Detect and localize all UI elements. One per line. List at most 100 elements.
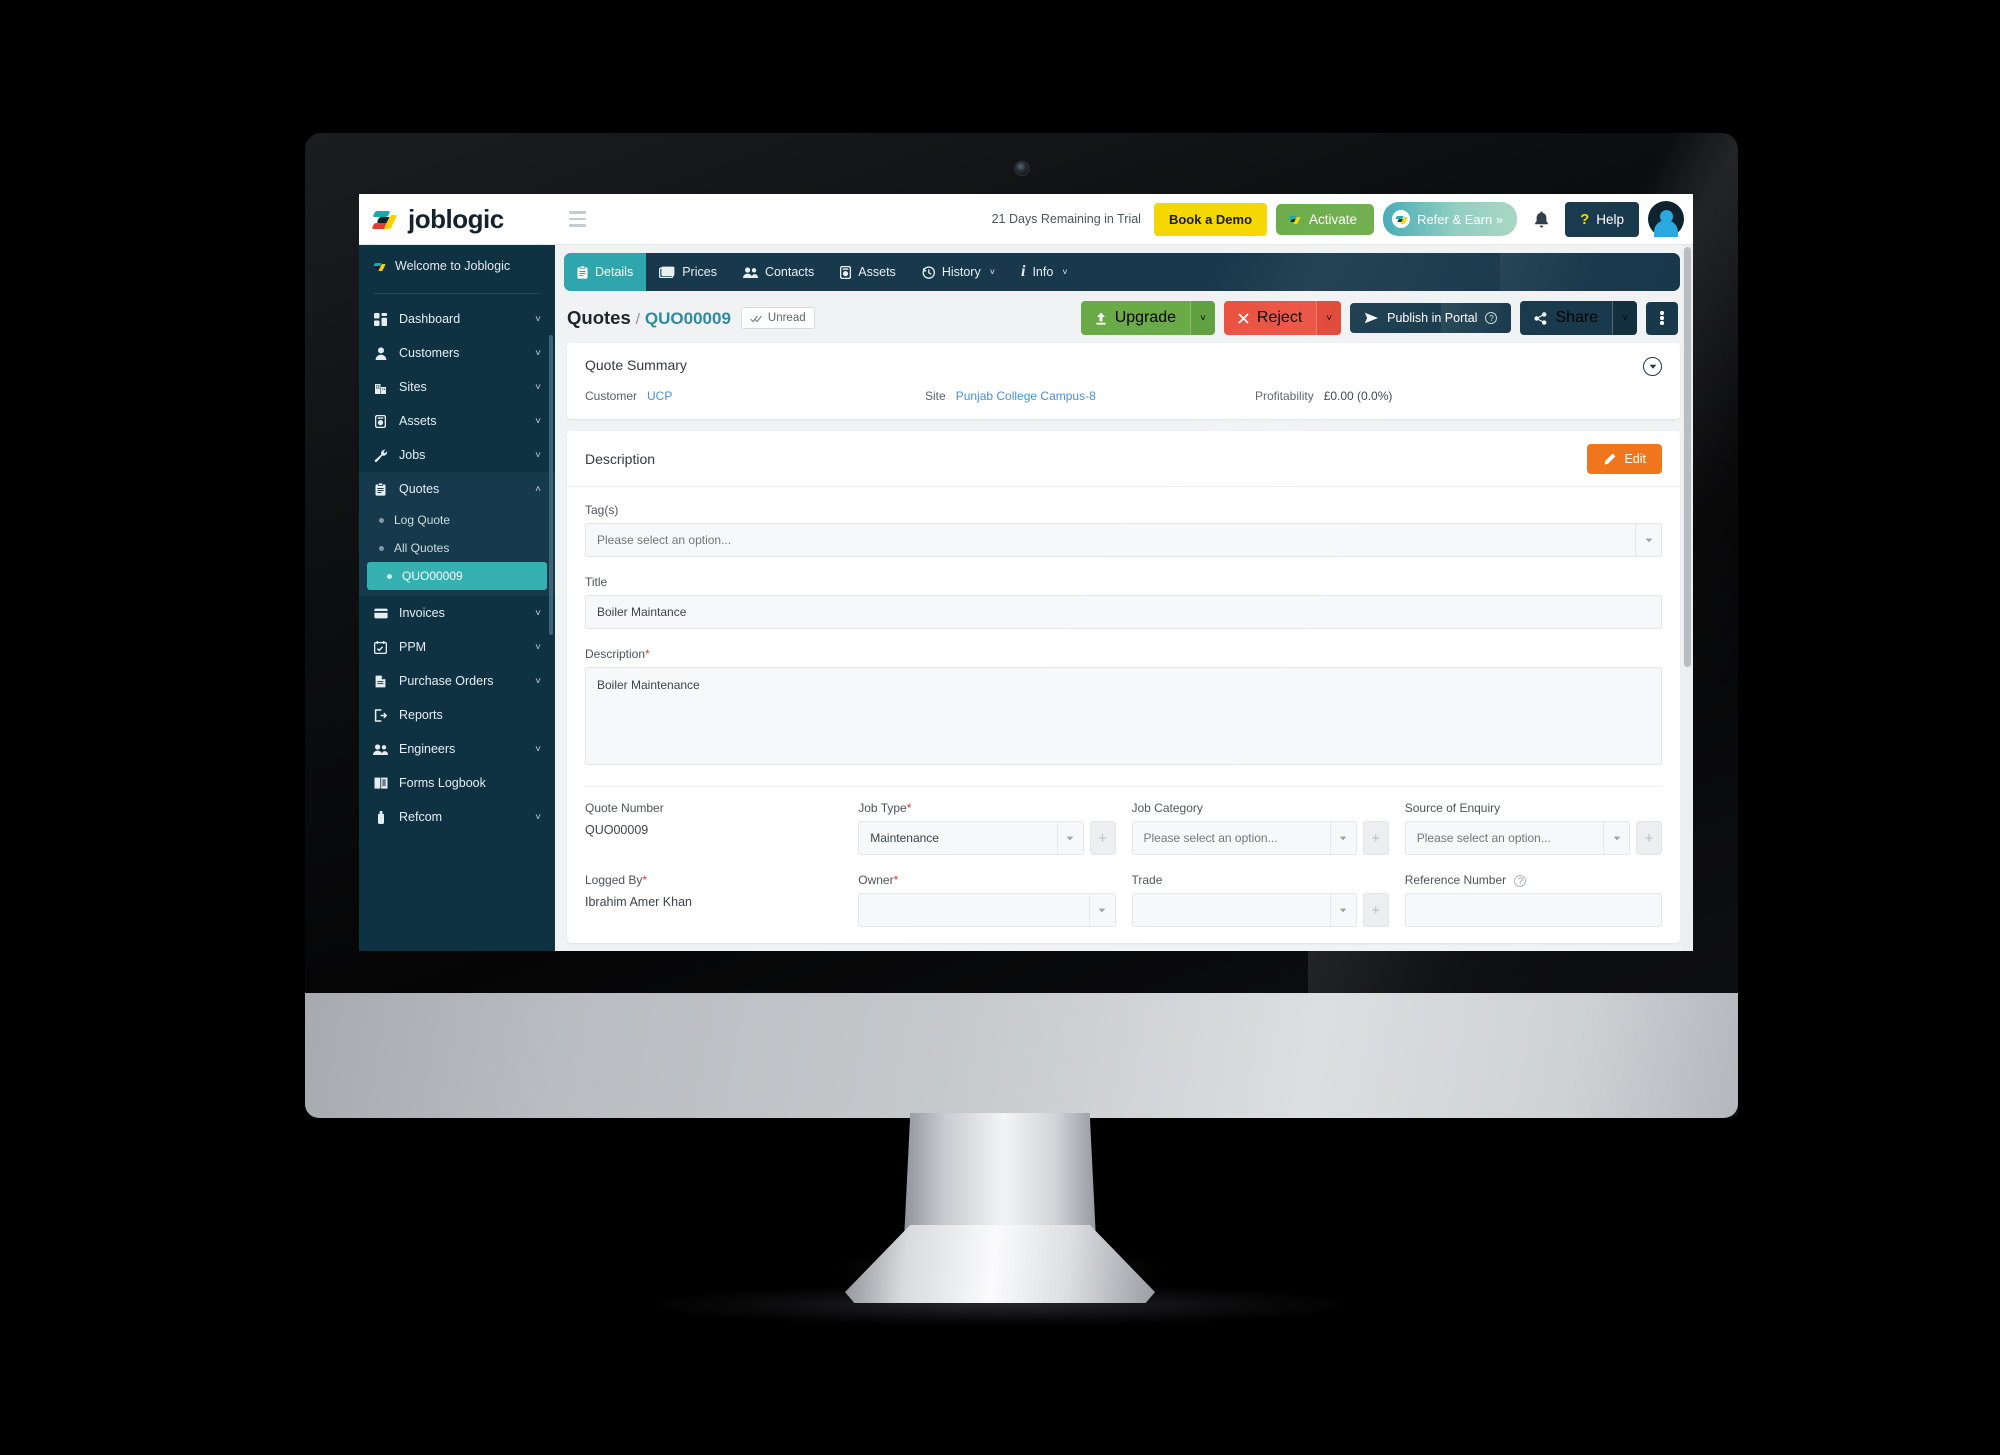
chevron-up-icon: ˄	[535, 483, 541, 495]
chevron-down-icon: ˅	[989, 267, 995, 277]
description-card: Description Edit Tag(s) Please select an…	[567, 431, 1680, 943]
sidebar-item-reports[interactable]: Reports	[359, 698, 555, 732]
user-avatar[interactable]	[1648, 201, 1684, 237]
reject-button[interactable]: Reject	[1223, 301, 1317, 335]
clipboard-icon	[373, 482, 388, 496]
more-options-button[interactable]	[1646, 301, 1678, 335]
sidebar-sublabel-quo00009: QUO00009	[402, 569, 463, 583]
sidebar-item-dashboard[interactable]: Dashboard ˅	[359, 302, 555, 336]
people-icon	[373, 743, 388, 755]
sidebar-label-customers: Customers	[399, 346, 460, 360]
app-topbar: joblogic 21 Days Remaining in Trial Book…	[359, 194, 1693, 245]
chevron-down-icon[interactable]	[1056, 822, 1083, 854]
chevron-down-icon: ˅	[535, 313, 541, 325]
field-logged-by: Logged By* Ibrahim Amer Khan	[585, 873, 842, 927]
chevron-down-icon: ˅	[535, 415, 541, 427]
tab-assets[interactable]: Assets	[827, 253, 909, 291]
trade-select[interactable]	[1131, 893, 1357, 927]
description-textarea[interactable]: Boiler Maintenance	[585, 667, 1662, 765]
chevron-down-circle-icon[interactable]	[1643, 357, 1662, 376]
chevron-down-icon: ˅	[535, 607, 541, 619]
chevron-down-icon: ˅	[1326, 312, 1333, 324]
summary-customer: Customer UCP	[585, 389, 925, 403]
publish-in-portal-button[interactable]: Publish in Portal ?	[1350, 303, 1512, 333]
main-scrollbar-thumb[interactable]	[1684, 247, 1691, 667]
summary-site-value[interactable]: Punjab College Campus-8	[956, 389, 1096, 403]
breadcrumb-separator: /	[635, 311, 640, 328]
chevron-down-icon[interactable]	[1329, 894, 1356, 926]
chevron-down-icon[interactable]	[1603, 822, 1629, 854]
chevron-down-icon[interactable]	[1635, 524, 1661, 556]
job-type-select[interactable]	[858, 821, 1084, 855]
chevron-down-icon[interactable]	[1329, 822, 1356, 854]
sidebar-item-forms-logbook[interactable]: Forms Logbook	[359, 766, 555, 800]
share-dropdown-caret[interactable]: ˅	[1612, 301, 1637, 335]
help-button[interactable]: ? Help	[1565, 201, 1639, 237]
tab-history[interactable]: History ˅	[909, 253, 1008, 291]
refer-and-earn-button[interactable]: Refer & Earn »	[1383, 202, 1518, 236]
detail-fields-row-2: Logged By* Ibrahim Amer Khan Owner* Trad…	[585, 873, 1662, 927]
hamburger-icon[interactable]	[569, 211, 586, 227]
help-circle-icon[interactable]: ?	[1514, 874, 1527, 887]
brand-logo-area[interactable]: joblogic	[359, 204, 555, 235]
title-input[interactable]	[585, 595, 1662, 629]
summary-customer-label: Customer	[585, 389, 638, 403]
sidebar-item-quotes[interactable]: Quotes ˄	[359, 472, 555, 506]
tab-label-history: History	[941, 265, 981, 279]
tags-select[interactable]	[585, 523, 1662, 557]
sidebar-item-invoices[interactable]: Invoices ˅	[359, 596, 555, 630]
job-category-select[interactable]	[1131, 821, 1357, 855]
owner-select[interactable]	[858, 893, 1116, 927]
edit-button[interactable]: Edit	[1587, 444, 1662, 474]
sidebar-item-refcom[interactable]: Refcom ˅	[359, 800, 555, 834]
sidebar-subitem-quo00009[interactable]: QUO00009	[367, 562, 547, 590]
sidebar-subitem-log-quote[interactable]: Log Quote	[359, 506, 555, 534]
sidebar-subitem-all-quotes[interactable]: All Quotes	[359, 534, 555, 562]
sidebar-item-jobs[interactable]: Jobs ˅	[359, 438, 555, 472]
sidebar-label-dashboard: Dashboard	[399, 312, 461, 326]
grid-icon	[373, 312, 388, 326]
reject-dropdown-caret[interactable]: ˅	[1316, 301, 1342, 335]
bullet-icon	[387, 573, 392, 579]
add-source-of-enquiry-button[interactable]: +	[1636, 821, 1662, 855]
add-trade-button[interactable]: +	[1362, 893, 1389, 927]
sidebar-scrollbar[interactable]	[549, 335, 553, 635]
sidebar-item-purchase-orders[interactable]: Purchase Orders ˅	[359, 664, 555, 698]
share-button[interactable]: Share	[1520, 301, 1613, 335]
logged-by-label: Logged By*	[585, 873, 648, 887]
main-content: Details Prices Contacts Assets History ˅…	[555, 245, 1693, 951]
sidebar-item-customers[interactable]: Customers ˅	[359, 336, 555, 370]
sidebar-label-purchase-orders: Purchase Orders	[399, 674, 494, 688]
tab-contacts[interactable]: Contacts	[730, 253, 827, 291]
tab-info[interactable]: i Info ˅	[1008, 253, 1081, 291]
add-job-type-button[interactable]: +	[1089, 821, 1116, 855]
upgrade-button[interactable]: Upgrade	[1080, 301, 1191, 335]
activate-button[interactable]: Activate	[1276, 203, 1375, 235]
unread-badge[interactable]: Unread	[740, 307, 815, 329]
reference-number-input[interactable]	[1404, 893, 1662, 927]
breadcrumb-root[interactable]: Quotes	[567, 307, 631, 328]
help-question-icon: ?	[1580, 210, 1590, 228]
source-of-enquiry-select[interactable]	[1404, 821, 1630, 855]
quote-summary-title: Quote Summary	[585, 357, 687, 373]
tab-prices[interactable]: Prices	[646, 253, 730, 291]
notifications-bell-icon[interactable]	[1526, 210, 1556, 229]
sidebar-item-ppm[interactable]: PPM ˅	[359, 630, 555, 664]
breadcrumb-record-id: QUO00009	[644, 309, 731, 328]
book-a-demo-button[interactable]: Book a Demo	[1153, 202, 1268, 236]
upload-icon	[1095, 312, 1107, 325]
owner-label: Owner*	[858, 873, 899, 887]
sidebar-item-sites[interactable]: Sites ˅	[359, 370, 555, 404]
tab-details[interactable]: Details	[564, 253, 647, 291]
help-circle-icon[interactable]: ?	[1485, 312, 1498, 324]
add-job-category-button[interactable]: +	[1362, 821, 1389, 855]
summary-customer-value[interactable]: UCP	[647, 389, 672, 403]
title-label: Title	[585, 575, 608, 589]
sidebar-item-assets[interactable]: Assets ˅	[359, 404, 555, 438]
sidebar-item-engineers[interactable]: Engineers ˅	[359, 732, 555, 766]
upgrade-dropdown-caret[interactable]: ˅	[1190, 301, 1215, 335]
chevron-down-icon[interactable]	[1088, 894, 1115, 926]
trade-label: Trade	[1131, 873, 1163, 887]
topbar-right-group: 21 Days Remaining in Trial Book a Demo A…	[992, 201, 1693, 237]
quote-number-value: QUO00009	[585, 823, 649, 837]
